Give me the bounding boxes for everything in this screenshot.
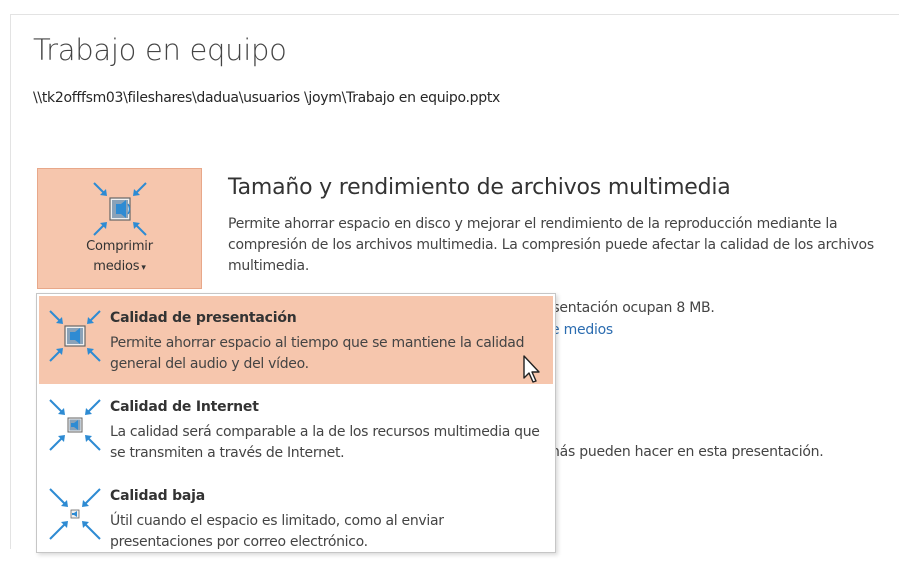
media-size-text: esentación ocupan 8 MB. [544,300,715,316]
file-path: \\tk2offfsm03\fileshares\dadua\usuarios … [33,90,501,106]
compress-media-icon [49,399,101,451]
compress-media-dropdown: Calidad de presentación Permite ahorrar … [36,293,556,553]
chevron-down-icon: ▾ [141,263,146,273]
menu-item-presentation-quality[interactable]: Calidad de presentación Permite ahorrar … [39,296,553,384]
backstage-top-border [10,14,899,15]
compress-media-label: Comprimir medios ▾ [86,239,153,274]
permissions-text: nás pueden hacer en esta presentación. [551,444,824,460]
menu-item-internet-quality[interactable]: Calidad de Internet La calidad será comp… [39,385,553,473]
mouse-pointer-icon [523,355,540,383]
media-link[interactable]: e medios [551,322,613,338]
menu-item-title: Calidad de Internet [110,399,259,415]
compress-media-icon [49,488,101,540]
compress-media-icon [49,310,101,362]
section-description: Permite ahorrar espacio en disco y mejor… [228,216,874,274]
compress-media-icon [93,182,147,236]
page-title: Trabajo en equipo [33,33,287,67]
menu-item-description: Útil cuando el espacio es limitado, como… [110,513,444,550]
compress-media-button[interactable]: Comprimir medios ▾ [37,168,202,289]
menu-item-title: Calidad de presentación [110,310,297,326]
section-title: Tamaño y rendimiento de archivos multime… [228,175,731,200]
backstage-left-border [10,14,11,549]
menu-item-description: La calidad será comparable a la de los r… [110,424,540,461]
menu-item-title: Calidad baja [110,488,205,504]
menu-item-description: Permite ahorrar espacio al tiempo que se… [110,335,525,372]
